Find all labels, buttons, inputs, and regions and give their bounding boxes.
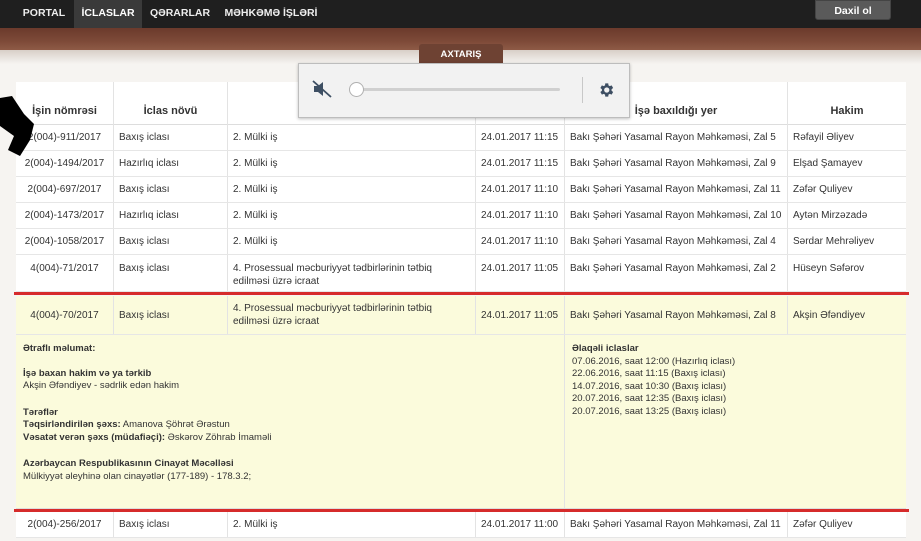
- popup-divider: [582, 77, 583, 103]
- cell-judge: Zəfər Quliyev: [793, 184, 853, 195]
- header-session-type[interactable]: İclas növü: [114, 82, 228, 125]
- cell-date: 24.01.2017 11:10: [476, 177, 565, 202]
- cell-judge: Elşad Şamayev: [793, 158, 863, 169]
- cell-judge: Aytən Mirzəzadə: [793, 210, 868, 221]
- related-session[interactable]: 20.07.2016, saat 13:25 (Baxış iclası): [572, 406, 899, 419]
- cell-session-type: Hazırlıq iclası: [114, 151, 228, 176]
- table-row[interactable]: 4(004)-71/2017 Baxış iclası 4. Prosessua…: [16, 255, 906, 292]
- table-row[interactable]: 2(004)-1494/2017 Hazırlıq iclası 2. Mülk…: [16, 151, 906, 177]
- related-session[interactable]: 20.07.2016, saat 12:35 (Baxış iclası): [572, 393, 899, 406]
- cell-date: 24.01.2017 11:05: [476, 255, 565, 291]
- cell-category: 4. Prosessual məcburiyyət tədbirlərinin …: [228, 296, 476, 334]
- cell-category: 2. Mülki iş: [228, 151, 476, 176]
- cell-location: Bakı Şəhəri Yasamal Rayon Məhkəməsi, Zal…: [565, 125, 788, 150]
- cell-case-number: 2(004)-1473/2017: [16, 203, 114, 228]
- table-row[interactable]: 2(004)-1473/2017 Hazırlıq iclası 2. Mülk…: [16, 203, 906, 229]
- volume-slider-thumb[interactable]: [349, 82, 364, 97]
- cell-date: 24.01.2017 11:15: [476, 125, 565, 150]
- cell-location: Bakı Şəhəri Yasamal Rayon Məhkəməsi, Zal…: [565, 151, 788, 176]
- cell-location: Bakı Şəhəri Yasamal Rayon Məhkəməsi, Zal…: [565, 296, 788, 334]
- cell-date: 24.01.2017 11:00: [476, 512, 565, 537]
- petitioner-label: Vəsatət verən şəxs (müdafiəçi):: [23, 431, 166, 443]
- login-button[interactable]: Daxil ol: [815, 0, 891, 20]
- nav-iclaslar[interactable]: İCLASLAR: [74, 0, 142, 28]
- cell-location: Bakı Şəhəri Yasamal Rayon Məhkəməsi, Zal…: [565, 512, 788, 537]
- petitioner-value: Əskərov Zöhrab İmaməli: [165, 431, 272, 443]
- cursor-artifact: [0, 96, 40, 161]
- cell-location: Bakı Şəhəri Yasamal Rayon Məhkəməsi, Zal…: [565, 255, 788, 291]
- details-title: Ətraflı məlumat:: [23, 343, 96, 354]
- table-row-selected[interactable]: 4(004)-70/2017 Baxış iclası 4. Prosessua…: [16, 296, 906, 335]
- cell-category: 2. Mülki iş: [228, 203, 476, 228]
- cell-session-type: Baxış iclası: [114, 296, 228, 334]
- top-navbar: PORTAL İCLASLAR QƏRARLAR MƏHKƏMƏ İŞLƏRİ …: [0, 0, 921, 28]
- cell-date: 24.01.2017 11:15: [476, 151, 565, 176]
- table-row[interactable]: 2(004)-911/2017 Baxış iclası 2. Mülki iş…: [16, 125, 906, 151]
- header-judge[interactable]: Hakim: [788, 82, 906, 125]
- cell-session-type: Baxış iclası: [114, 512, 228, 537]
- table-row[interactable]: 2(004)-697/2017 Baxış iclası 2. Mülki iş…: [16, 177, 906, 203]
- cell-session-type: Baxış iclası: [114, 229, 228, 254]
- table-row[interactable]: 2(004)-256/2017 Baxış iclası 2. Mülki iş…: [16, 512, 906, 538]
- cell-category: 2. Mülki iş: [228, 229, 476, 254]
- judge-heading: İşə baxan hakim və ya tərkib: [23, 367, 152, 379]
- code-value: Mülkiyyət əleyhinə olan cinayətlər (177-…: [23, 470, 252, 482]
- cell-case-number: 4(004)-70/2017: [16, 296, 114, 334]
- nav-qerarlar[interactable]: QƏRARLAR: [142, 0, 218, 28]
- speaker-muted-icon[interactable]: [312, 80, 332, 98]
- cell-judge: Sərdar Mehrəliyev: [793, 236, 875, 247]
- cell-category: 2. Mülki iş: [228, 125, 476, 150]
- cell-session-type: Baxış iclası: [114, 255, 228, 291]
- related-session[interactable]: 07.06.2016, saat 12:00 (Hazırlıq iclası): [572, 356, 899, 369]
- cell-location: Bakı Şəhəri Yasamal Rayon Məhkəməsi, Zal…: [565, 203, 788, 228]
- cell-session-type: Baxış iclası: [114, 125, 228, 150]
- code-heading: Azərbaycan Respublikasının Cinayət Məcəl…: [23, 458, 234, 469]
- parties-heading: Tərəflər: [23, 406, 58, 418]
- cell-case-number: 4(004)-71/2017: [16, 255, 114, 291]
- volume-slider-track[interactable]: [356, 88, 560, 91]
- highlight-line-top: [14, 292, 909, 295]
- cell-case-number: 2(004)-1058/2017: [16, 229, 114, 254]
- cell-judge: Hüseyn Səfərov: [793, 263, 865, 274]
- cell-category: 4. Prosessual məcburiyyət tədbirlərinin …: [228, 255, 476, 291]
- gear-icon[interactable]: [597, 81, 615, 99]
- cell-date: 24.01.2017 11:05: [476, 296, 565, 334]
- cell-judge: Zəfər Quliyev: [793, 519, 853, 530]
- nav-mehkeme-isleri[interactable]: MƏHKƏMƏ İŞLƏRİ: [218, 0, 324, 28]
- judge-value: Akşin Əfəndiyev - sədrlik edən hakim: [23, 380, 180, 391]
- details-right: Əlaqəli iclaslar 07.06.2016, saat 12:00 …: [565, 335, 906, 508]
- related-session[interactable]: 14.07.2016, saat 10:30 (Baxış iclası): [572, 381, 899, 394]
- cell-date: 24.01.2017 11:10: [476, 229, 565, 254]
- cell-category: 2. Mülki iş: [228, 177, 476, 202]
- cell-case-number: 2(004)-697/2017: [16, 177, 114, 202]
- cell-session-type: Hazırlıq iclası: [114, 203, 228, 228]
- search-tab[interactable]: AXTARIŞ: [419, 44, 503, 64]
- cell-category: 2. Mülki iş: [228, 512, 476, 537]
- nav-portal[interactable]: PORTAL: [14, 0, 74, 28]
- related-session[interactable]: 22.06.2016, saat 11:15 (Baxış iclası): [572, 368, 899, 381]
- cell-date: 24.01.2017 11:10: [476, 203, 565, 228]
- cell-judge: Akşin Əfəndiyev: [793, 309, 866, 321]
- cell-location: Bakı Şəhəri Yasamal Rayon Məhkəməsi, Zal…: [565, 177, 788, 202]
- table-row[interactable]: 2(004)-1058/2017 Baxış iclası 2. Mülki i…: [16, 229, 906, 255]
- accused-label: Təqsirləndirilən şəxs:: [23, 419, 121, 430]
- accused-value: Amanova Şöhrət Ərəstun: [120, 419, 230, 430]
- cell-case-number: 2(004)-256/2017: [16, 512, 114, 537]
- related-heading: Əlaqəli iclaslar: [572, 343, 639, 354]
- cell-session-type: Baxış iclası: [114, 177, 228, 202]
- case-details-panel: Ətraflı məlumat: İşə baxan hakim və ya t…: [16, 335, 906, 509]
- cell-location: Bakı Şəhəri Yasamal Rayon Məhkəməsi, Zal…: [565, 229, 788, 254]
- details-left: Ətraflı məlumat: İşə baxan hakim və ya t…: [16, 335, 565, 508]
- cell-judge: Rəfayil Əliyev: [793, 132, 854, 143]
